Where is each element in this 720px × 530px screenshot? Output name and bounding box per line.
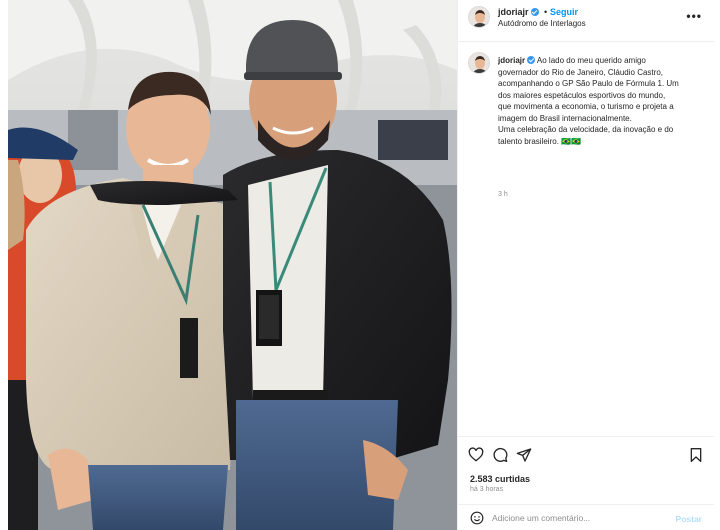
caption-author-avatar[interactable] [468, 52, 490, 74]
caption-timestamp: 3 h [498, 191, 508, 198]
avatar-image [469, 53, 489, 73]
author-username[interactable]: jdoriajr [498, 7, 539, 17]
header-separator: • [544, 7, 548, 17]
caption-line: governador do Rio de Janeiro, Cláudio Ca… [498, 67, 663, 77]
author-avatar[interactable] [468, 6, 490, 28]
heart-icon[interactable] [468, 447, 484, 463]
caption-section: jdoriajr Ao lado do meu querido amigo go… [458, 42, 714, 198]
verified-badge-icon [527, 56, 536, 64]
comment-bar: Postar [458, 504, 714, 530]
caption-line: acompanhando o GP São Paulo de Fórmula 1… [498, 79, 679, 88]
comment-input[interactable] [492, 510, 668, 526]
caption-line: jdoriajr Ao lado do meu querido amigo [498, 55, 710, 67]
post-caption: jdoriajr Ao lado do meu querido amigo go… [498, 55, 710, 147]
more-options-icon[interactable]: ••• [686, 9, 702, 23]
photo-illustration [8, 0, 457, 530]
post-photo[interactable] [8, 0, 457, 530]
post-sidebar: jdoriajr • Seguir Autódromo de Interlago… [457, 0, 714, 530]
follow-button[interactable]: Seguir [550, 7, 578, 17]
caption-line: que movimenta a economia, o turismo e pr… [498, 102, 674, 111]
action-bar [458, 436, 714, 470]
caption-username[interactable]: jdoriajr [498, 56, 525, 65]
post-timestamp: há 3 horas [470, 486, 504, 493]
caption-line: imagem do Brasil internacionalmente. [498, 113, 632, 123]
caption-line: Uma celebração da velocidade, da inovaçã… [498, 125, 674, 134]
caption-line: talento brasileiro. 🇧🇷🇧🇷 [498, 136, 582, 146]
bookmark-icon[interactable] [688, 447, 704, 463]
post-header: jdoriajr • Seguir Autódromo de Interlago… [458, 0, 714, 42]
likes-count[interactable]: 2.583 curtidas [470, 474, 530, 484]
post-dialog: jdoriajr • Seguir Autódromo de Interlago… [8, 0, 714, 530]
verified-badge-icon [530, 8, 539, 16]
caption-line: dos maiores espetáculos esportivos do mu… [498, 90, 666, 100]
avatar-image [469, 7, 489, 27]
author-username-text: jdoriajr [498, 7, 529, 17]
emoji-icon[interactable] [470, 511, 484, 525]
post-location[interactable]: Autódromo de Interlagos [498, 19, 586, 28]
caption-text: Ao lado do meu querido amigo [536, 56, 646, 65]
comment-icon[interactable] [492, 447, 508, 463]
send-icon[interactable] [516, 447, 532, 463]
post-comment-button[interactable]: Postar [676, 514, 702, 524]
